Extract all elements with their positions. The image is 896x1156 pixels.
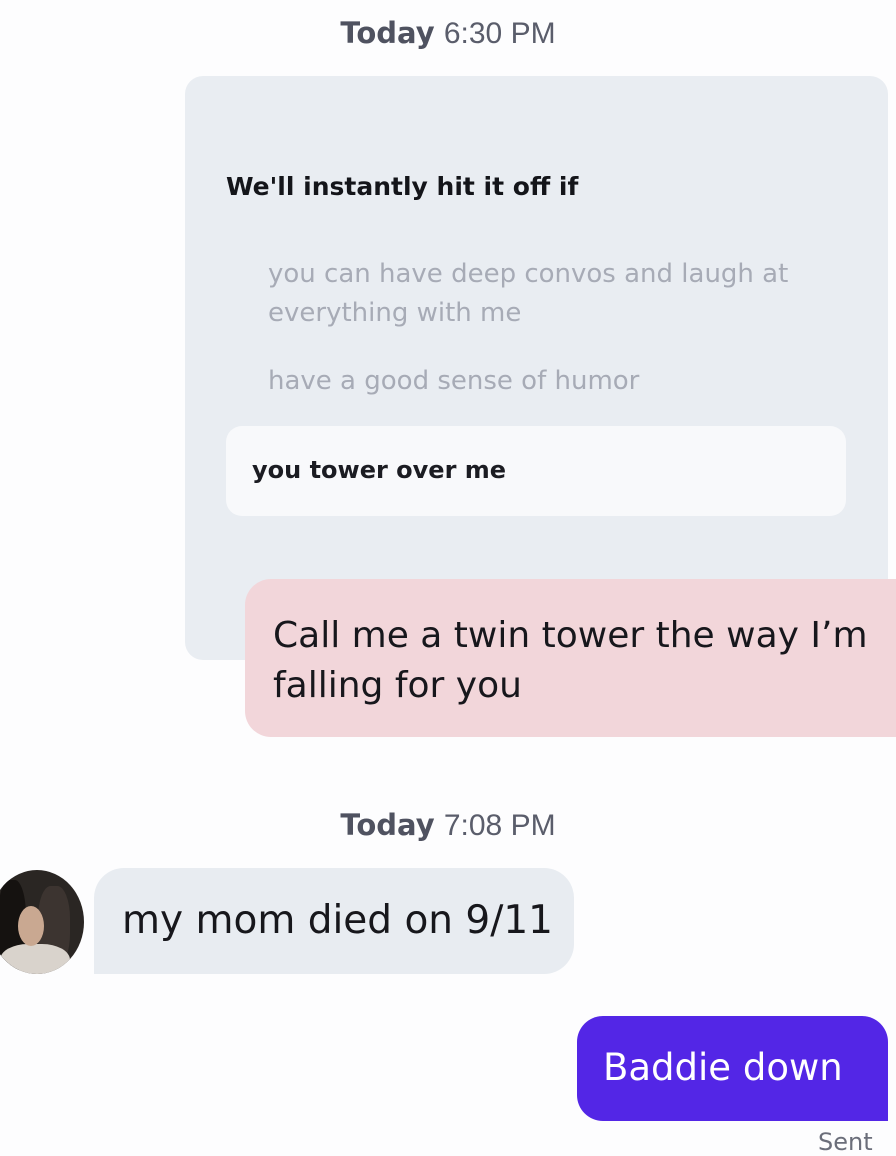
reply-message-text: Call me a twin tower the way I’m falling… <box>273 615 868 706</box>
incoming-message-bubble[interactable]: my mom died on 9/11 <box>94 868 574 974</box>
outgoing-reply-bubble[interactable]: Call me a twin tower the way I’m falling… <box>245 579 896 737</box>
outgoing-message-text: Baddie down <box>603 1046 843 1089</box>
timestamp-time: 7:08 PM <box>443 809 556 842</box>
avatar[interactable] <box>0 870 84 974</box>
prompt-option: have a good sense of humor <box>268 366 640 396</box>
selected-prompt-option: you tower over me <box>226 426 846 516</box>
prompt-option: you can have deep convos and laugh at ev… <box>268 259 789 328</box>
timestamp-day: Today <box>340 16 435 50</box>
prompt-title: We'll instantly hit it off if <box>226 172 579 201</box>
timestamp-divider: Today 7:08 PM <box>0 808 896 843</box>
outgoing-message-bubble[interactable]: Baddie down <box>577 1016 888 1121</box>
timestamp-day: Today <box>340 808 435 842</box>
timestamp-divider: Today 6:30 PM <box>0 16 896 51</box>
selected-option-label: you tower over me <box>252 456 507 484</box>
incoming-message-text: my mom died on 9/11 <box>122 898 553 943</box>
timestamp-time: 6:30 PM <box>443 17 556 50</box>
